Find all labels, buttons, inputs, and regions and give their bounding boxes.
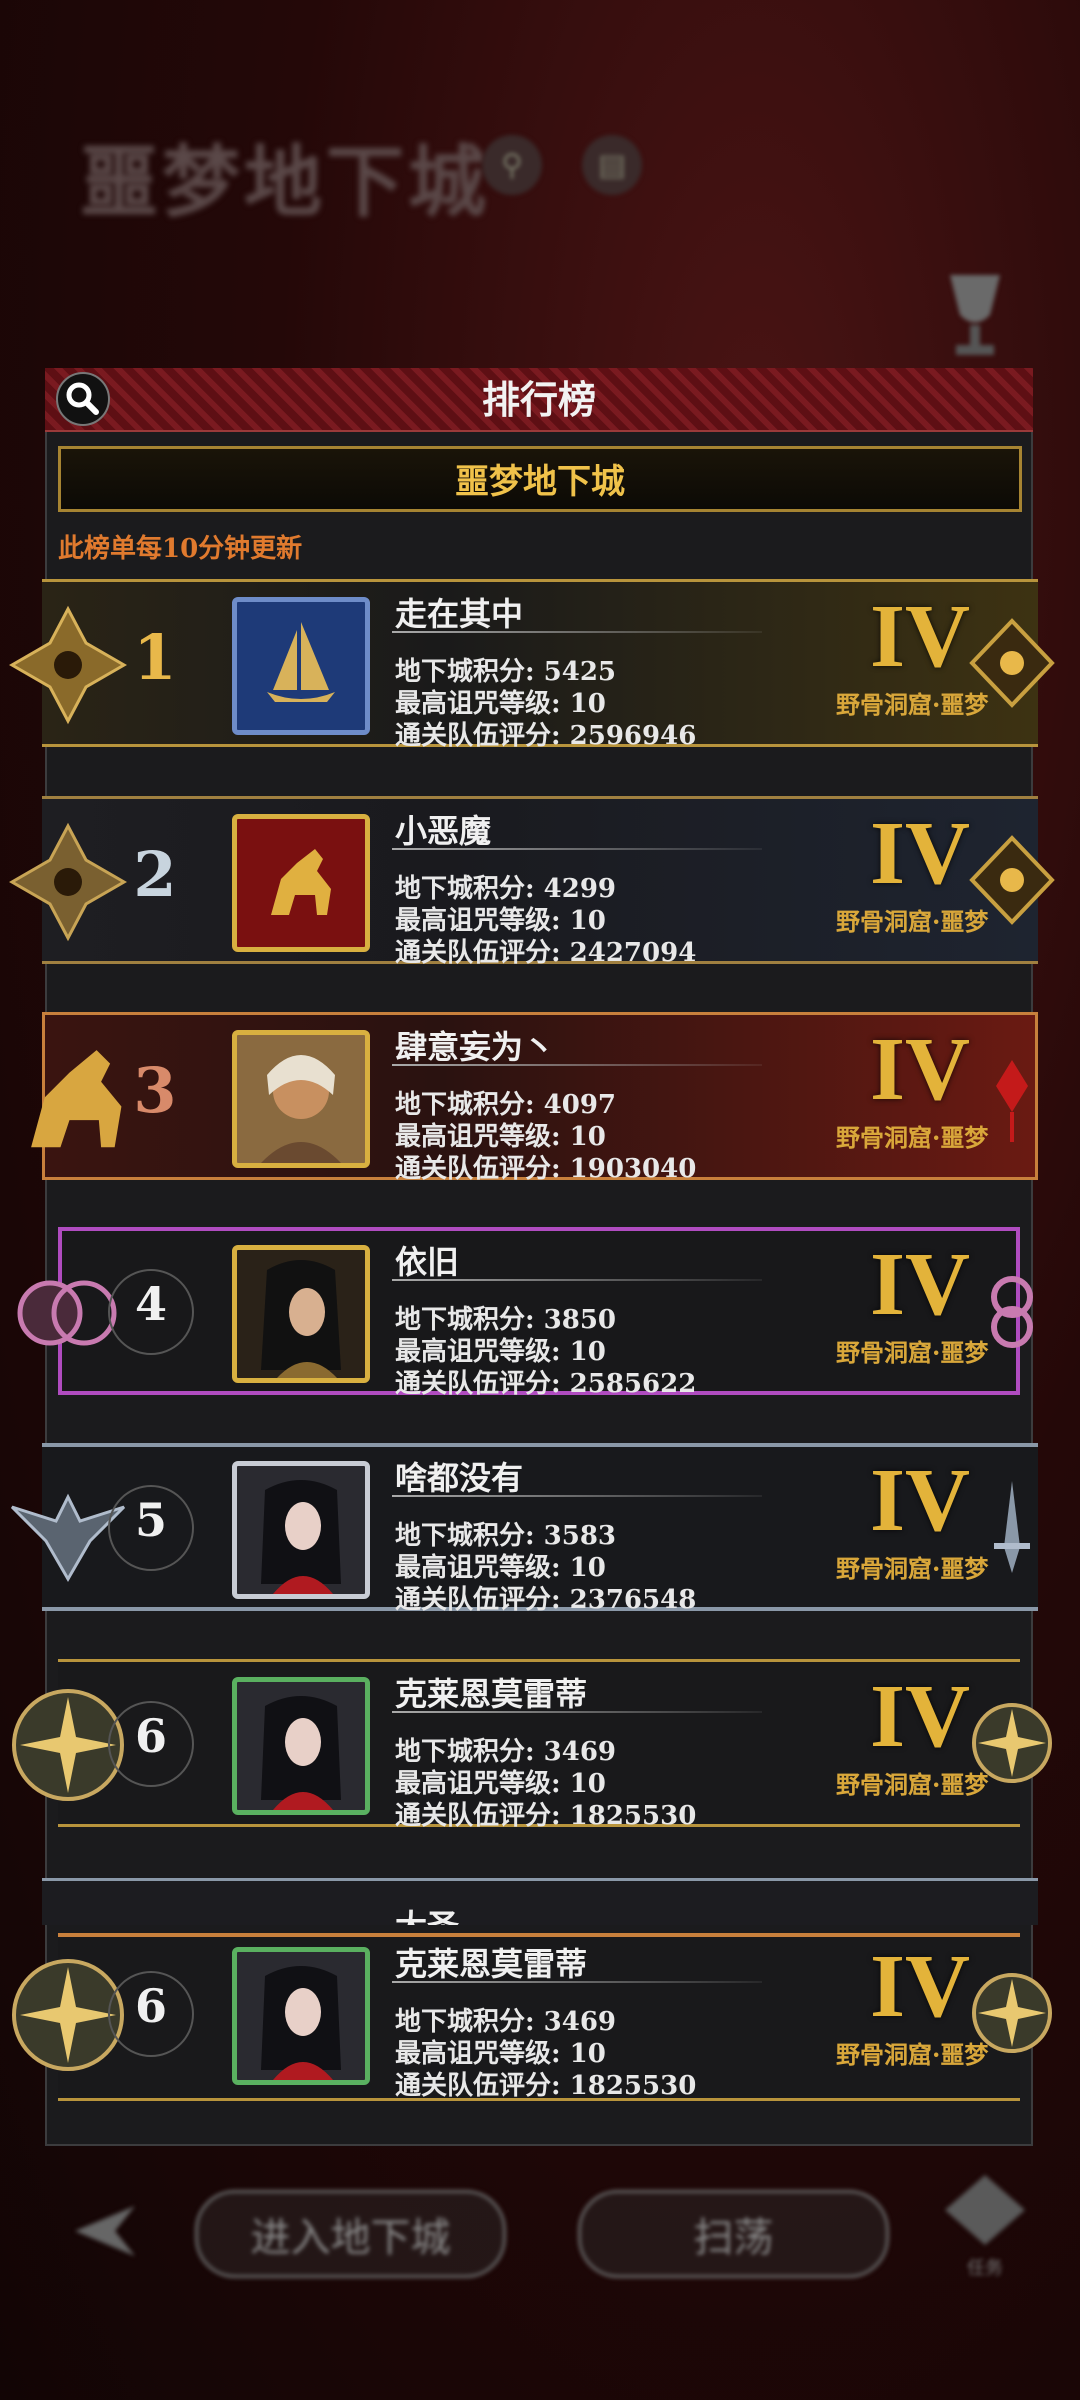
rank-number: 1 <box>133 621 177 694</box>
rank-number: 4 <box>134 1277 167 1331</box>
name-divider <box>392 848 762 850</box>
avatar <box>232 814 370 952</box>
leaderboard-title: 排行榜 <box>481 377 596 422</box>
name-divider <box>392 1064 762 1066</box>
player-name: 克莱恩莫雷蒂 <box>395 1675 588 1713</box>
rating-value: 1825530 <box>569 1801 697 1831</box>
team-rating: 通关队伍评分: 1825530 <box>395 1795 696 1832</box>
tier-badge: IV <box>870 1451 971 1550</box>
rating-value: 1903040 <box>569 1154 697 1184</box>
trophy-icon <box>950 275 1000 355</box>
rank-number: 6 <box>134 1979 167 2033</box>
avatar <box>232 1461 370 1599</box>
knot-charm-icon <box>996 1060 1028 1142</box>
rank-number: 3 <box>133 1054 177 1127</box>
rank-emblem-icon <box>9 605 127 725</box>
rating-label: 通关队伍评分: <box>395 2071 570 2101</box>
horse-icon <box>271 849 331 915</box>
ship-icon <box>267 622 335 702</box>
portrait-icon <box>261 1966 341 2080</box>
tier-badge: IV <box>870 1937 971 2036</box>
back-arrow-icon[interactable] <box>55 2196 145 2266</box>
rating-value: 2376548 <box>569 1585 697 1615</box>
leaderboard-row[interactable]: 3 肆意妄为丶 地下城积分: 4097 最高诅咒等级: 10 通关队伍评分: 1… <box>0 998 1080 1194</box>
leaderboard-row[interactable]: 5 啥都没有 地下城积分: 3583 最高诅咒等级: 10 通关队伍评分: 23… <box>0 1429 1080 1625</box>
team-rating: 通关队伍评分: 2427094 <box>395 932 696 969</box>
player-name: 依旧 <box>395 1243 460 1281</box>
rank-number: 2 <box>133 838 177 911</box>
leaderboard-row[interactable]: 1 走在其中 地下城积分: 5425 最高诅咒等级: 10 通关队伍评分: 25… <box>0 565 1080 761</box>
tier-badge: IV <box>870 1235 971 1334</box>
leaderboard-row[interactable]: 2 小恶魔 地下城积分: 4299 最高诅咒等级: 10 通关队伍评分: 242… <box>0 782 1080 978</box>
rating-label: 通关队伍评分: <box>395 1369 570 1399</box>
leaderboard-row[interactable]: 6 克莱恩莫雷蒂 地下城积分: 3469 最高诅咒等级: 10 通关队伍评分: … <box>0 1645 1080 1841</box>
enter-dungeon-button[interactable]: 进入地下城 <box>195 2190 506 2278</box>
task-icon <box>945 2175 1025 2245</box>
name-divider <box>392 1981 762 1983</box>
avatar <box>232 1245 370 1383</box>
rating-label: 通关队伍评分: <box>395 721 570 751</box>
compass-star-icon <box>972 1703 1052 1783</box>
name-divider <box>392 1495 762 1497</box>
leaderboard-row[interactable]: 4 依旧 地下城积分: 3850 最高诅咒等级: 10 通关队伍评分: 2585… <box>0 1213 1080 1409</box>
rating-label: 通关队伍评分: <box>395 1585 570 1615</box>
tier-badge: IV <box>870 804 971 903</box>
player-name: 小恶魔 <box>395 812 492 850</box>
team-rating: 通关队伍评分: 2585622 <box>395 1363 696 1400</box>
name-divider <box>392 1279 762 1281</box>
rank-number: 6 <box>134 1709 167 1763</box>
player-name: 啥都没有 <box>395 1459 524 1497</box>
rating-label: 通关队伍评分: <box>395 1801 570 1831</box>
tier-badge: IV <box>870 1667 971 1766</box>
avatar <box>232 1677 370 1815</box>
portrait-icon <box>261 1480 341 1594</box>
tier-badge: IV <box>870 587 971 686</box>
player-name: 肆意妄为丶 <box>395 1028 556 1066</box>
my-rank-row[interactable]: 6 克莱恩莫雷蒂 地下城积分: 3469 最高诅咒等级: 10 通关队伍评分: … <box>0 1915 1080 2111</box>
rank-number: 5 <box>134 1493 167 1547</box>
background-title: 噩梦地下城 <box>80 137 491 228</box>
name-divider <box>392 1711 762 1713</box>
tier-badge: IV <box>870 1020 971 1119</box>
eye-gem-icon <box>969 835 1055 925</box>
sweep-button[interactable]: 扫荡 <box>578 2190 889 2278</box>
book-icon: ▤ <box>582 135 642 195</box>
rating-label: 通关队伍评分: <box>395 938 570 968</box>
player-name: 走在其中 <box>395 595 524 633</box>
rating-value: 2585622 <box>569 1369 697 1399</box>
task-label: 任务 <box>967 2258 1003 2279</box>
eye-gem-icon <box>969 618 1055 708</box>
player-name: 克莱恩莫雷蒂 <box>395 1945 588 1983</box>
rating-value: 2427094 <box>569 938 697 968</box>
portrait-icon <box>261 1696 341 1810</box>
rating-value: 2596946 <box>569 721 697 751</box>
team-rating: 通关队伍评分: 1825530 <box>395 2065 696 2102</box>
task-button[interactable]: 任务 <box>935 2170 1035 2280</box>
compass-star-icon <box>972 1973 1052 2053</box>
avatar <box>232 1947 370 2085</box>
rank-emblem-icon <box>9 822 127 942</box>
team-rating: 通关队伍评分: 1903040 <box>395 1148 696 1185</box>
tab-nightmare-dungeon[interactable]: 噩梦地下城 <box>58 446 1022 512</box>
team-rating: 通关队伍评分: 2376548 <box>395 1579 696 1616</box>
avatar <box>232 597 370 735</box>
portrait-icon <box>261 1260 341 1378</box>
rating-value: 1825530 <box>569 2071 697 2101</box>
search-icon: ⚲ <box>482 135 542 195</box>
name-divider <box>392 631 762 633</box>
magnifier-icon <box>66 382 99 415</box>
ring-icon <box>991 1276 1033 1348</box>
update-notice: 此榜单每10分钟更新 <box>58 534 303 564</box>
rating-label: 通关队伍评分: <box>395 1154 570 1184</box>
portrait-icon <box>261 1055 341 1163</box>
team-rating: 通关队伍评分: 2596946 <box>395 715 696 752</box>
sword-icon <box>994 1481 1030 1573</box>
avatar <box>232 1030 370 1168</box>
search-button[interactable] <box>56 372 110 426</box>
